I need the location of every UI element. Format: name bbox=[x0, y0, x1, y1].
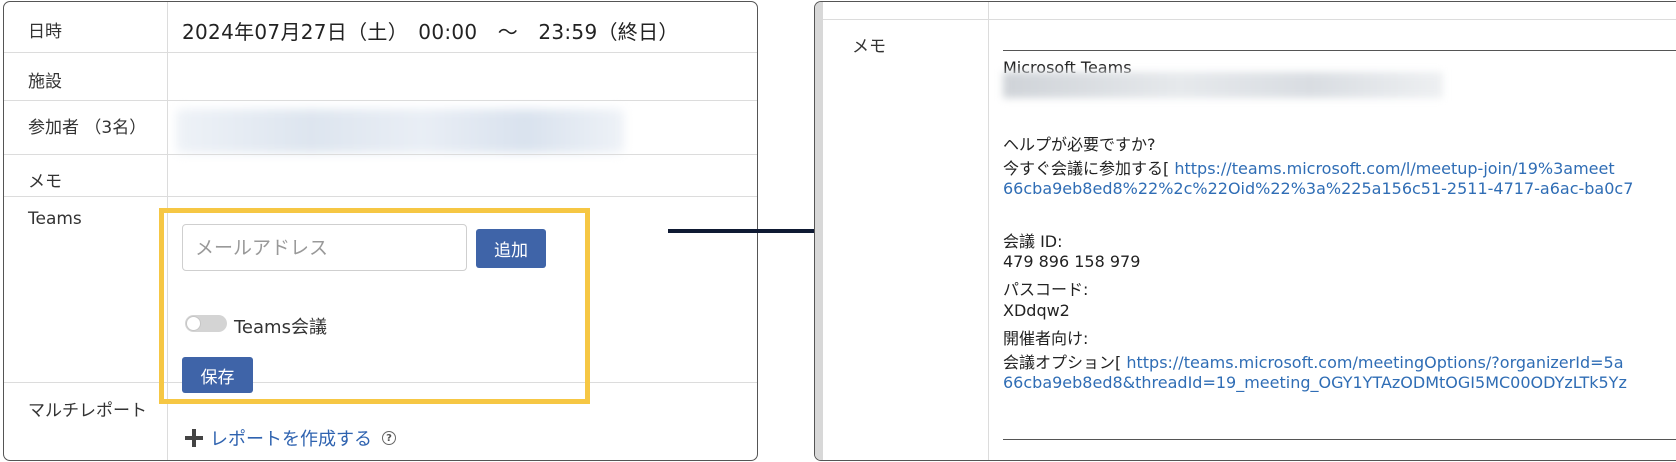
create-report-label: レポートを作成する bbox=[210, 429, 372, 450]
plus-icon bbox=[185, 429, 203, 447]
participants-blurred bbox=[176, 109, 624, 153]
meeting-options-link-cont[interactable]: 66cba9eb8ed8&threadId=19_meeting_OGY1YTA… bbox=[1003, 373, 1627, 392]
memo-label: メモ bbox=[28, 172, 62, 192]
meeting-options-link[interactable]: https://teams.microsoft.com/meetingOptio… bbox=[1126, 353, 1623, 372]
meeting-options-line: 会議オプション[ https://teams.microsoft.com/mee… bbox=[1003, 353, 1624, 372]
teams-meeting-toggle[interactable] bbox=[185, 315, 227, 332]
multi-report-label: マルチレポート bbox=[28, 401, 147, 421]
join-meeting-link-cont[interactable]: 66cba9eb8ed8%22%2c%22Oid%22%3a%225a156c5… bbox=[1003, 179, 1633, 198]
facility-row: 施設 bbox=[4, 52, 757, 101]
add-button[interactable]: 追加 bbox=[476, 229, 546, 268]
memo-label: メモ bbox=[852, 37, 886, 57]
memo-row: メモ bbox=[4, 154, 757, 197]
blurred-line bbox=[1003, 72, 1443, 98]
schedule-detail-panel: 日時 2024年07月27日（土） 00:00 ～ 23:59（終日） 施設 参… bbox=[3, 1, 758, 461]
create-report-link[interactable]: レポートを作成する ? bbox=[185, 425, 396, 451]
teams-label: Teams bbox=[28, 209, 82, 229]
join-meeting-line: 今すぐ会議に参加する[ https://teams.microsoft.com/… bbox=[1003, 159, 1615, 178]
help-question: ヘルプが必要ですか? bbox=[1003, 135, 1156, 154]
teams-meeting-toggle-label: Teams会議 bbox=[234, 317, 327, 338]
toggle-knob bbox=[186, 316, 201, 331]
separator-line bbox=[1003, 50, 1676, 51]
participants-row: 参加者 （3名） bbox=[4, 100, 757, 155]
facility-label: 施設 bbox=[28, 72, 62, 92]
meeting-id-label: 会議 ID: bbox=[1003, 232, 1063, 251]
passcode-label: パスコード: bbox=[1003, 280, 1089, 299]
meeting-id-value: 479 896 158 979 bbox=[1003, 252, 1141, 271]
organizer-label: 開催者向け: bbox=[1003, 329, 1089, 348]
help-icon[interactable]: ? bbox=[382, 431, 396, 445]
save-button[interactable]: 保存 bbox=[182, 357, 253, 393]
email-input[interactable] bbox=[182, 224, 467, 271]
participants-label: 参加者 （3名） bbox=[28, 118, 147, 138]
passcode-value: XDdqw2 bbox=[1003, 301, 1070, 320]
datetime-value: 2024年07月27日（土） 00:00 ～ 23:59（終日） bbox=[182, 20, 679, 44]
datetime-label: 日時 bbox=[28, 22, 62, 42]
memo-detail-panel: メモ Microsoft Teams ヘルプが必要ですか? 今すぐ会議に参加する… bbox=[814, 1, 1676, 461]
datetime-row: 日時 2024年07月27日（土） 00:00 ～ 23:59（終日） bbox=[4, 2, 757, 52]
separator-line bbox=[1003, 439, 1676, 440]
join-meeting-link[interactable]: https://teams.microsoft.com/l/meetup-joi… bbox=[1174, 159, 1614, 178]
